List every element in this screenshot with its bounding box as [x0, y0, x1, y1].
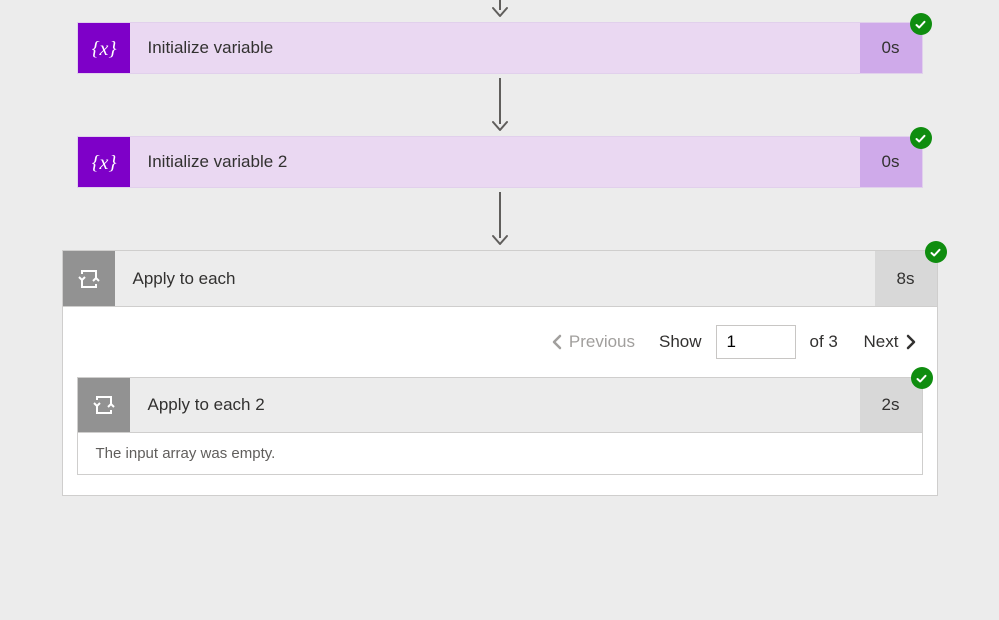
loop-icon — [63, 251, 115, 306]
action-duration: 2s — [860, 378, 922, 432]
action-title: Apply to each 2 — [130, 378, 860, 432]
action-apply-to-each-2[interactable]: Apply to each 2 2s The input array was e… — [77, 377, 923, 475]
success-badge-icon — [910, 127, 932, 149]
svg-text:{x}: {x} — [91, 38, 116, 60]
action-title: Initialize variable — [130, 23, 860, 73]
of-label: of 3 — [810, 332, 850, 352]
previous-label: Previous — [569, 332, 635, 352]
page-input[interactable] — [716, 325, 796, 359]
iteration-pager: Previous Show of 3 Next — [63, 307, 937, 377]
action-initialize-variable-2[interactable]: {x} Initialize variable 2 0s — [77, 136, 923, 188]
svg-text:{x}: {x} — [91, 152, 116, 174]
chevron-left-icon — [551, 334, 563, 350]
connector-arrow-icon — [0, 74, 999, 136]
connector-arrow-icon — [0, 0, 999, 22]
action-initialize-variable[interactable]: {x} Initialize variable 0s — [77, 22, 923, 74]
loop-header[interactable]: Apply to each 2 2s — [77, 377, 923, 433]
variable-icon: {x} — [78, 137, 130, 187]
action-title: Apply to each — [115, 251, 875, 306]
empty-input-message: The input array was empty. — [77, 433, 923, 475]
next-button[interactable]: Next — [864, 332, 917, 352]
action-title: Initialize variable 2 — [130, 137, 860, 187]
connector-arrow-icon — [0, 188, 999, 250]
variable-icon: {x} — [78, 23, 130, 73]
success-badge-icon — [910, 13, 932, 35]
flow-run-canvas: {x} Initialize variable 0s {x} Initializ… — [0, 0, 999, 620]
next-label: Next — [864, 332, 899, 352]
show-label: Show — [659, 332, 702, 352]
action-apply-to-each[interactable]: Apply to each 8s Previous Show of 3 Next — [62, 250, 938, 496]
chevron-right-icon — [905, 334, 917, 350]
success-badge-icon — [911, 367, 933, 389]
previous-button: Previous — [551, 332, 635, 352]
loop-header[interactable]: Apply to each 8s — [63, 251, 937, 307]
loop-icon — [78, 378, 130, 432]
success-badge-icon — [925, 241, 947, 263]
